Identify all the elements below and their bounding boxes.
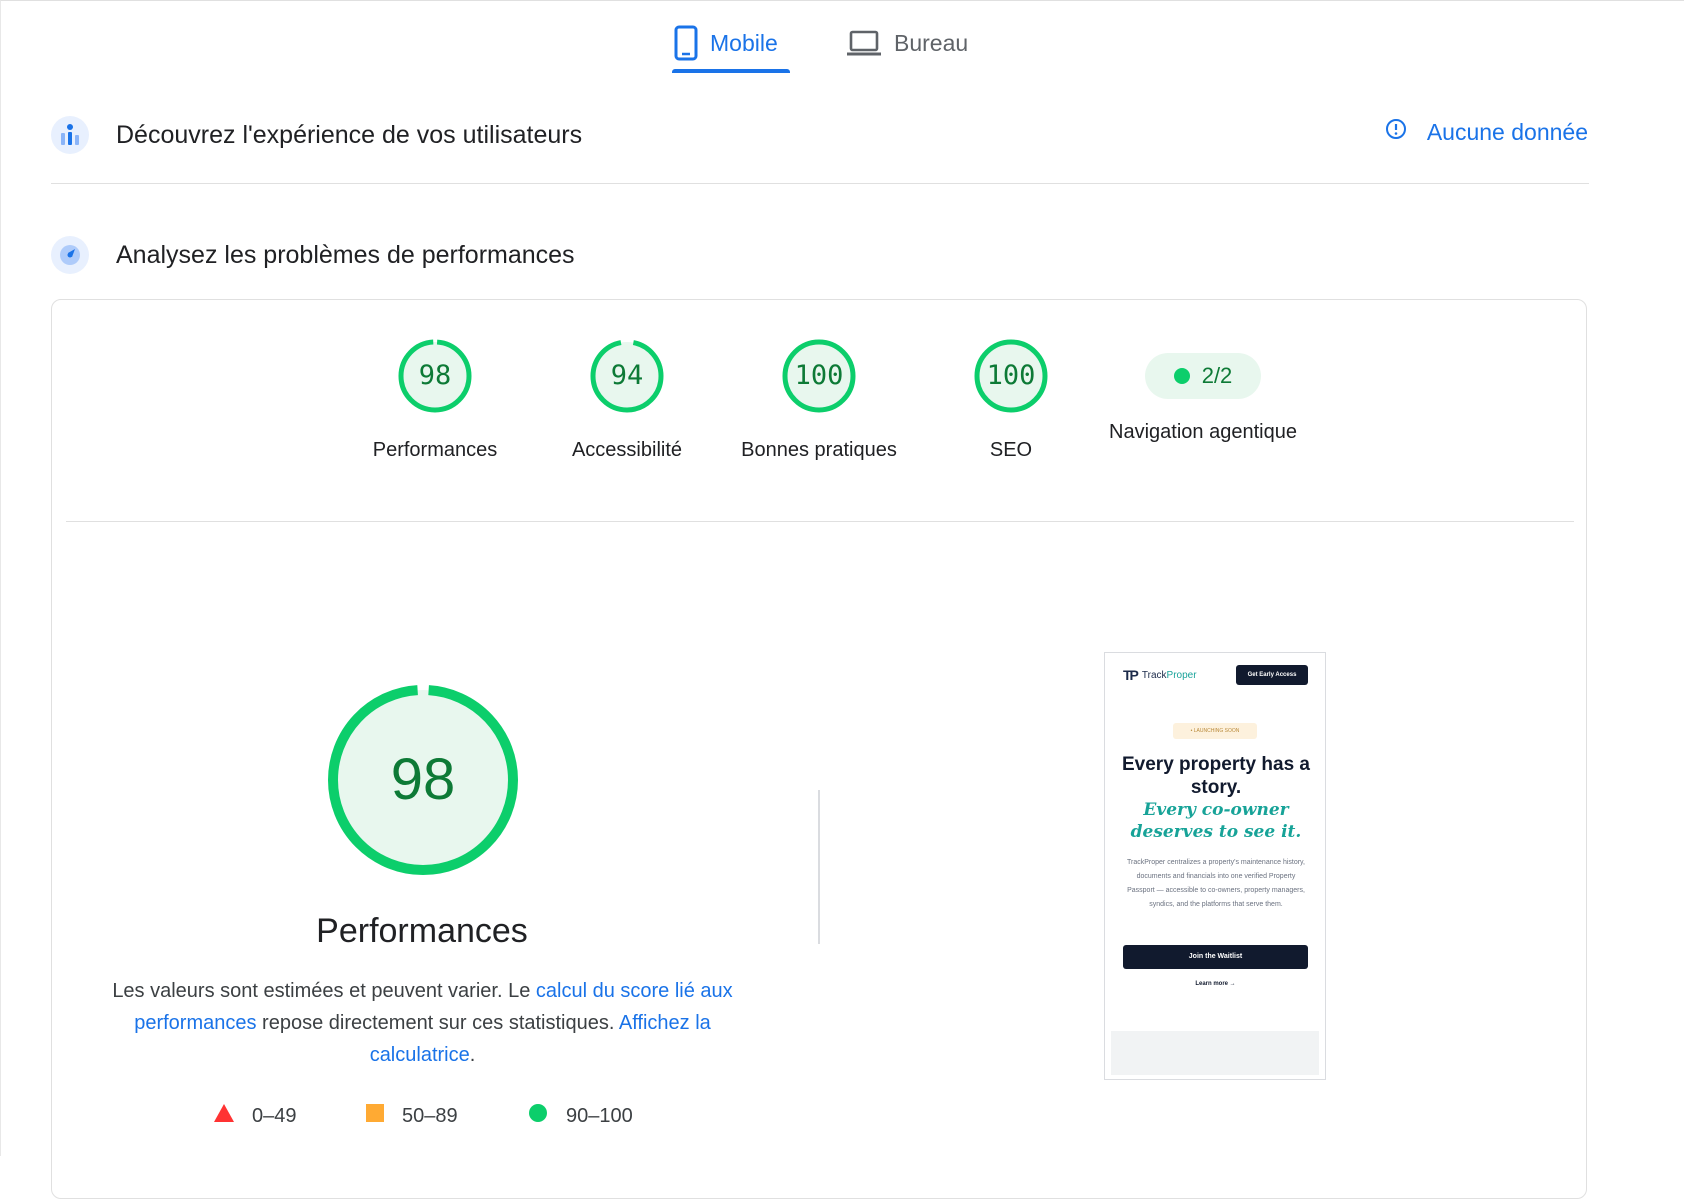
users-chart-icon: [51, 116, 89, 154]
score-value: 2/2: [1201, 363, 1233, 388]
info-icon: [1385, 118, 1407, 146]
tab-mobile-label: Mobile: [710, 29, 778, 56]
section-user-experience: Découvrez l'expérience de vos utilisateu…: [51, 100, 1589, 170]
hero-headline-italic: Every co-owner deserves to see it.: [1130, 800, 1302, 842]
score-label: Bonnes pratiques: [741, 439, 897, 461]
performance-title: Performances: [316, 912, 528, 950]
vertical-divider: [818, 790, 820, 944]
square-icon: [366, 1104, 384, 1128]
brand-mark: TP: [1123, 667, 1139, 683]
score-label: Performances: [372, 439, 498, 461]
score-label: SEO: [989, 439, 1033, 461]
learn-more-link: Learn more →: [1195, 981, 1236, 987]
score-description: Les valeurs sont estimées et peuvent var…: [100, 975, 745, 1071]
score-value: 100: [986, 360, 1036, 391]
gauge-ring: 100: [971, 336, 1051, 416]
laptop-icon: [846, 29, 882, 57]
legend-range: 0–49: [252, 1104, 297, 1127]
performance-score: 98: [390, 747, 456, 812]
no-data-label: Aucune donnée: [1426, 118, 1588, 145]
circle-icon: [528, 1103, 548, 1129]
tab-desktop-label: Bureau: [894, 29, 969, 56]
gauge-performance[interactable]: 98 Performances: [340, 336, 530, 466]
selected-tab-indicator: [672, 69, 790, 73]
card-divider: [66, 521, 1574, 522]
gauge-ring: 100: [779, 336, 859, 416]
legend-average: 50–89: [366, 1101, 458, 1131]
compass-icon: [51, 236, 89, 274]
join-waitlist-button: Join the Waitlist: [1123, 945, 1308, 969]
agentic-score-pill: 2/2: [1145, 353, 1261, 399]
desc-text: .: [469, 1044, 476, 1066]
section-title-performance: Analysez les problèmes de performances: [116, 240, 575, 269]
score-label: Navigation agentique: [1109, 421, 1297, 443]
page-screenshot: TP TrackProper Get Early Access • LAUNCH…: [1104, 652, 1326, 1080]
gauge-ring: 98: [395, 336, 475, 416]
triangle-icon: [214, 1104, 234, 1128]
gauge-accessibility[interactable]: 94 Accessibilité: [532, 336, 722, 466]
score-value: 94: [610, 360, 644, 391]
gauge-best-practices[interactable]: 100 Bonnes pratiques: [724, 336, 914, 466]
gauge-agentic-navigation[interactable]: 2/2 Navigation agentique: [1108, 336, 1298, 448]
section-title-users: Découvrez l'expérience de vos utilisateu…: [116, 120, 583, 149]
score-value: 100: [794, 360, 844, 391]
early-access-button: Get Early Access: [1236, 665, 1308, 685]
screenshot-footer: [1111, 1031, 1319, 1075]
pass-dot-icon: [1173, 368, 1190, 384]
brand-logo: TP TrackProper: [1123, 667, 1197, 683]
desc-text: Les valeurs sont estimées et peuvent var…: [112, 980, 536, 1002]
launching-badge: • LAUNCHING SOON: [1173, 723, 1257, 739]
tab-desktop[interactable]: Bureau: [846, 14, 968, 72]
phone-icon: [674, 25, 698, 61]
legend-fail: 0–49: [214, 1101, 297, 1131]
no-data-link[interactable]: Aucune donnée: [1385, 118, 1588, 146]
hero-body: TrackProper centralizes a property's mai…: [1127, 859, 1305, 908]
legend-range: 90–100: [566, 1104, 633, 1127]
score-label: Accessibilité: [571, 439, 683, 461]
legend-range: 50–89: [402, 1104, 458, 1127]
tab-mobile[interactable]: Mobile: [674, 14, 778, 72]
gauge-seo[interactable]: 100 SEO: [916, 336, 1106, 466]
desc-text: repose directement sur ces statistiques.: [256, 1012, 619, 1034]
hero-headline: Every property has a story.: [1122, 754, 1310, 798]
section-divider: [51, 183, 1589, 184]
legend-pass: 90–100: [528, 1101, 633, 1131]
section-performance-issues: Analysez les problèmes de performances: [51, 220, 1589, 290]
gauge-ring: 94: [587, 336, 667, 416]
brand-name: TrackProper: [1141, 669, 1197, 681]
score-value: 98: [418, 360, 452, 391]
